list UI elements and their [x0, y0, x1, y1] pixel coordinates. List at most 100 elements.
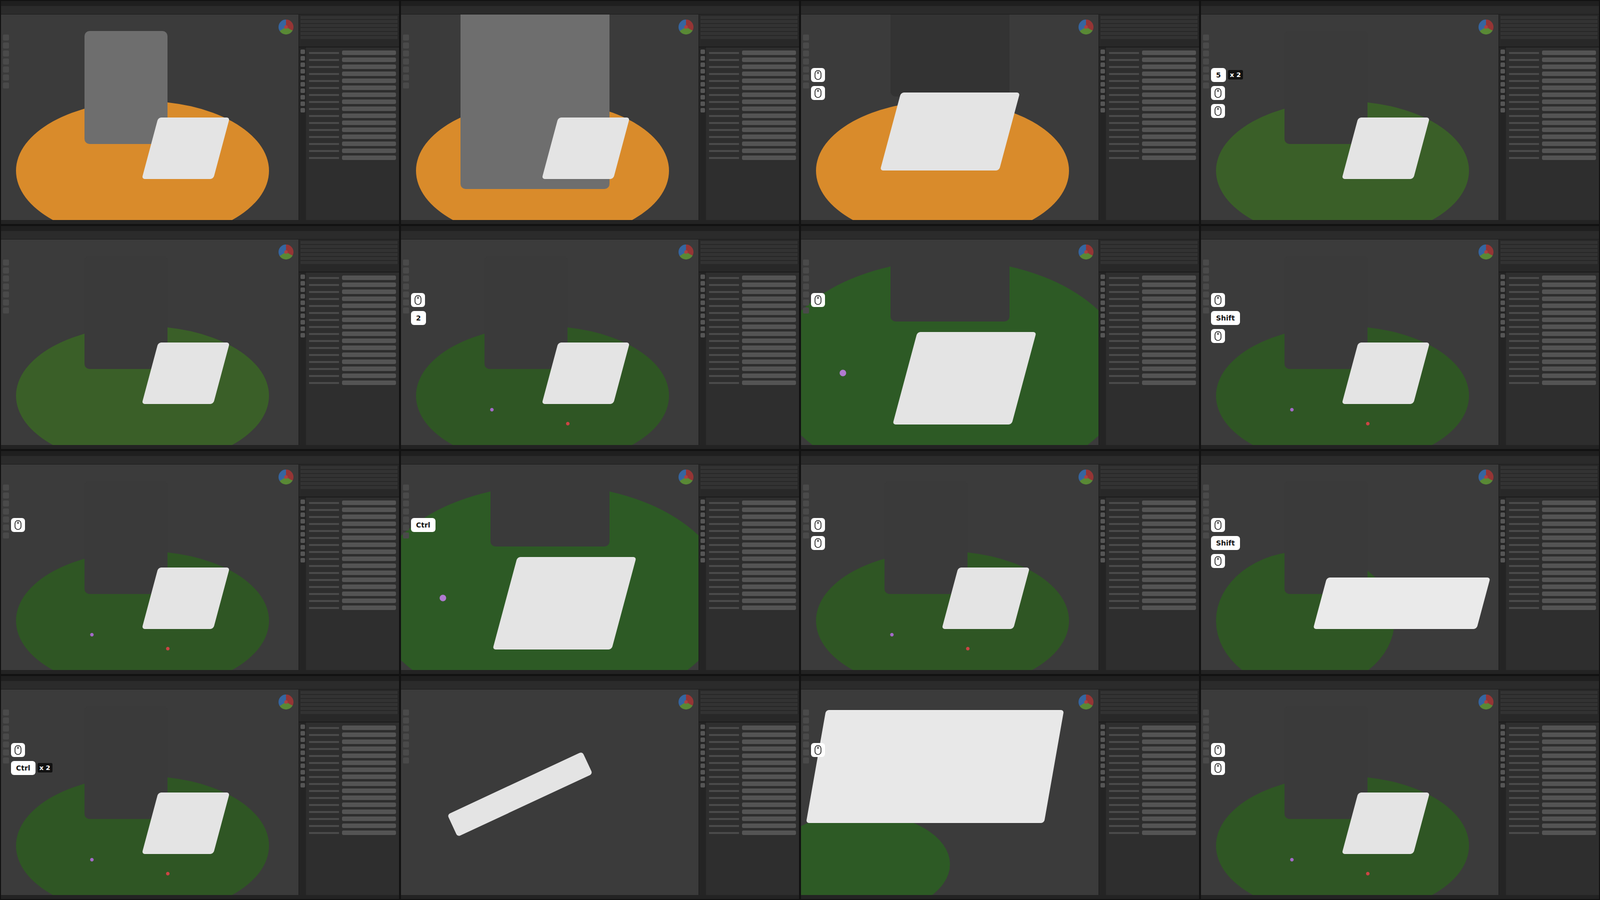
property-field[interactable]: [1542, 324, 1596, 329]
outliner-row[interactable]: [1500, 474, 1598, 477]
tab-icon[interactable]: [700, 294, 705, 299]
outliner-row[interactable]: [1100, 486, 1198, 489]
tab-icon[interactable]: [1100, 294, 1105, 299]
tool-icon[interactable]: [3, 749, 9, 756]
tab-icon[interactable]: [700, 69, 705, 74]
tool-icon[interactable]: [803, 725, 809, 732]
tab-icon[interactable]: [1500, 763, 1505, 768]
axis-gizmo-icon[interactable]: [1078, 19, 1094, 35]
property-field[interactable]: [1142, 535, 1196, 540]
tab-icon[interactable]: [1100, 88, 1105, 93]
viewport[interactable]: [801, 689, 1099, 895]
tab-icon[interactable]: [300, 770, 305, 775]
tool-icon[interactable]: [403, 275, 409, 282]
tab-icon[interactable]: [1100, 763, 1105, 768]
property-field[interactable]: [1142, 556, 1196, 561]
property-field[interactable]: [1542, 605, 1596, 610]
property-field[interactable]: [342, 584, 396, 589]
property-field[interactable]: [1542, 753, 1596, 758]
axis-gizmo-icon[interactable]: [1478, 19, 1494, 35]
property-field[interactable]: [1542, 577, 1596, 582]
outliner-row[interactable]: [1500, 241, 1598, 244]
tool-icon[interactable]: [1203, 307, 1209, 314]
tab-icon[interactable]: [700, 757, 705, 762]
property-field[interactable]: [342, 289, 396, 294]
property-field[interactable]: [1542, 373, 1596, 378]
property-field[interactable]: [1542, 556, 1596, 561]
tool-icon[interactable]: [803, 516, 809, 523]
outliner-row[interactable]: [300, 261, 398, 264]
outliner-row[interactable]: [1100, 24, 1198, 27]
property-field[interactable]: [742, 85, 796, 90]
tool-icon[interactable]: [3, 741, 9, 748]
outliner-row[interactable]: [700, 695, 798, 698]
property-field[interactable]: [742, 99, 796, 104]
property-field[interactable]: [1542, 535, 1596, 540]
tab-icon[interactable]: [700, 313, 705, 318]
property-field[interactable]: [742, 141, 796, 146]
property-field[interactable]: [742, 584, 796, 589]
tab-icon[interactable]: [700, 75, 705, 80]
outliner-row[interactable]: [1100, 711, 1198, 714]
tool-icon[interactable]: [3, 717, 9, 724]
property-field[interactable]: [342, 324, 396, 329]
property-field[interactable]: [1542, 120, 1596, 125]
property-field[interactable]: [1142, 359, 1196, 364]
property-field[interactable]: [1542, 598, 1596, 603]
outliner-row[interactable]: [1500, 711, 1598, 714]
outliner-row[interactable]: [700, 241, 798, 244]
property-field[interactable]: [742, 591, 796, 596]
outliner-row[interactable]: [700, 249, 798, 252]
viewport[interactable]: Ctrlx 2: [1, 689, 299, 895]
property-field[interactable]: [342, 556, 396, 561]
property-field[interactable]: [1142, 71, 1196, 76]
viewport[interactable]: [1, 239, 299, 445]
tab-icon[interactable]: [1500, 274, 1505, 279]
property-field[interactable]: [342, 746, 396, 751]
outliner-row[interactable]: [1500, 470, 1598, 473]
viewport[interactable]: Ctrl: [401, 464, 699, 670]
outliner-row[interactable]: [300, 241, 398, 244]
property-field[interactable]: [1542, 57, 1596, 62]
property-field[interactable]: [1142, 331, 1196, 336]
tab-icon[interactable]: [1500, 731, 1505, 736]
tab-icon[interactable]: [700, 558, 705, 563]
tab-icon[interactable]: [300, 545, 305, 550]
property-field[interactable]: [342, 767, 396, 772]
property-field[interactable]: [342, 563, 396, 568]
outliner-row[interactable]: [700, 28, 798, 31]
property-field[interactable]: [1542, 380, 1596, 385]
tab-icon[interactable]: [300, 737, 305, 742]
property-field[interactable]: [1142, 823, 1196, 828]
tab-icon[interactable]: [1500, 294, 1505, 299]
outliner-row[interactable]: [300, 466, 398, 469]
outliner-row[interactable]: [1500, 16, 1598, 19]
outliner-row[interactable]: [700, 32, 798, 35]
property-field[interactable]: [742, 134, 796, 139]
property-field[interactable]: [342, 732, 396, 737]
tab-icon[interactable]: [700, 783, 705, 788]
outliner-row[interactable]: [1100, 482, 1198, 485]
tool-icon[interactable]: [3, 82, 9, 89]
axis-gizmo-icon[interactable]: [278, 694, 294, 710]
outliner-row[interactable]: [300, 695, 398, 698]
tab-icon[interactable]: [1500, 320, 1505, 325]
property-field[interactable]: [1142, 591, 1196, 596]
tab-icon[interactable]: [700, 744, 705, 749]
property-field[interactable]: [1142, 155, 1196, 160]
tab-icon[interactable]: [1100, 56, 1105, 61]
property-field[interactable]: [1542, 767, 1596, 772]
tool-icon[interactable]: [1203, 516, 1209, 523]
tool-icon[interactable]: [3, 524, 9, 531]
property-field[interactable]: [1142, 507, 1196, 512]
tab-icon[interactable]: [300, 724, 305, 729]
tool-icon[interactable]: [3, 58, 9, 65]
property-field[interactable]: [1142, 795, 1196, 800]
property-field[interactable]: [1142, 788, 1196, 793]
tab-icon[interactable]: [300, 551, 305, 556]
tab-icon[interactable]: [700, 326, 705, 331]
property-field[interactable]: [742, 324, 796, 329]
property-field[interactable]: [742, 746, 796, 751]
property-field[interactable]: [1542, 570, 1596, 575]
property-field[interactable]: [742, 802, 796, 807]
